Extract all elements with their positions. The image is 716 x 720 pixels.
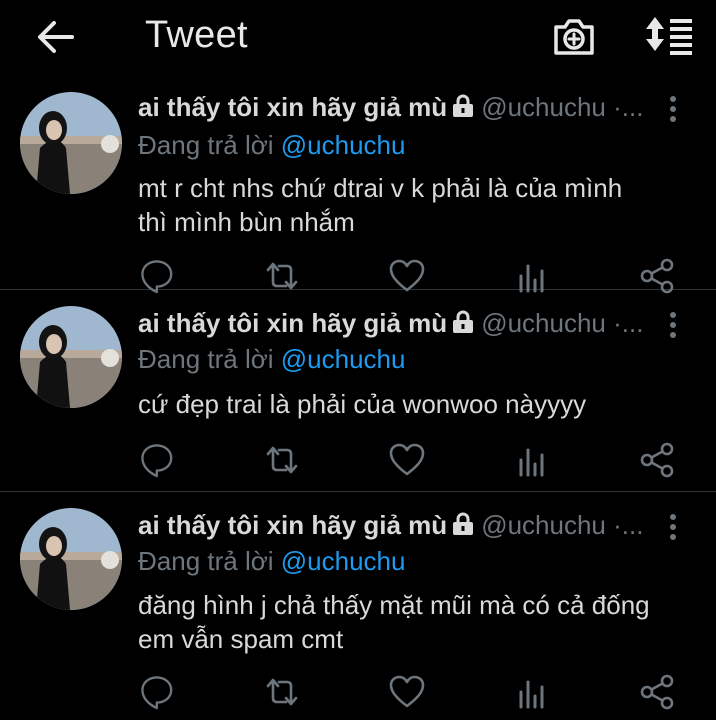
share-button[interactable] <box>637 672 677 712</box>
camera-plus-icon <box>554 19 594 55</box>
tweet-header: ai thấy tôi xin hãy giả mù @uchuchu ·... <box>138 308 702 348</box>
retweet-button[interactable] <box>262 672 302 712</box>
more-options-icon[interactable] <box>668 310 678 340</box>
more-options-icon[interactable] <box>668 94 678 124</box>
mention-link[interactable]: @uchuchu <box>281 130 406 160</box>
avatar[interactable] <box>20 508 122 610</box>
replying-label: Đang trả lời <box>138 546 281 576</box>
lock-icon <box>453 512 474 535</box>
action-bar <box>137 672 677 712</box>
replying-to: Đang trả lời @uchuchu <box>138 344 405 375</box>
tweet-header: ai thấy tôi xin hãy giả mù @uchuchu ·... <box>138 510 702 550</box>
tweet-text-line: thì mình bùn nhắm <box>138 207 355 237</box>
tweet-text-line: mt r cht nhs chứ dtrai v k phải là của m… <box>138 173 623 203</box>
lock-icon <box>453 310 474 333</box>
reply-button[interactable] <box>137 672 177 712</box>
more-options-icon[interactable] <box>668 512 678 542</box>
replying-to: Đang trả lời @uchuchu <box>138 546 405 577</box>
tweet-text-line: em vẫn spam cmt <box>138 624 344 654</box>
display-name[interactable]: ai thấy tôi xin hãy giả mù <box>138 308 447 338</box>
reply-button[interactable] <box>137 440 177 480</box>
stats-button[interactable] <box>512 672 552 712</box>
page-title: Tweet <box>145 14 248 56</box>
like-button[interactable] <box>387 672 427 712</box>
tweet-text-line: đăng hình j chả thấy mặt mũi mà có cả đố… <box>138 590 650 620</box>
sort-list-icon <box>646 17 692 55</box>
arrow-left-icon <box>38 21 74 53</box>
replying-label: Đang trả lời <box>138 344 281 374</box>
top-app-bar: Tweet <box>0 0 716 76</box>
avatar[interactable] <box>20 306 122 408</box>
like-button[interactable] <box>387 440 427 480</box>
avatar-photo <box>20 306 122 408</box>
mention-link[interactable]: @uchuchu <box>281 546 406 576</box>
mention-link[interactable]: @uchuchu <box>281 344 406 374</box>
camera-button[interactable] <box>550 13 598 59</box>
user-handle[interactable]: @uchuchu ·... <box>481 510 643 540</box>
tweet-header: ai thấy tôi xin hãy giả mù @uchuchu ·... <box>138 92 702 132</box>
share-button[interactable] <box>637 440 677 480</box>
display-name[interactable]: ai thấy tôi xin hãy giả mù <box>138 92 447 122</box>
user-handle[interactable]: @uchuchu ·... <box>481 92 643 122</box>
replying-to: Đang trả lời @uchuchu <box>138 130 405 161</box>
lock-icon <box>453 94 474 117</box>
heart-icon <box>389 675 425 708</box>
share-icon <box>640 674 674 710</box>
stats-icon <box>519 680 544 709</box>
tweet-text-line: cứ đẹp trai là phải của wonwoo nàyyyy <box>138 389 587 419</box>
tweet-text: cứ đẹp trai là phải của wonwoo nàyyyy <box>138 387 698 421</box>
retweet-icon <box>266 446 298 474</box>
heart-icon <box>389 443 425 476</box>
share-icon <box>640 442 674 478</box>
user-handle[interactable]: @uchuchu ·... <box>481 308 643 338</box>
tweet-text: mt r cht nhs chứ dtrai v k phải là của m… <box>138 171 698 239</box>
reply-icon <box>141 676 173 710</box>
tweet-card[interactable]: ai thấy tôi xin hãy giả mù @uchuchu ·... … <box>0 492 716 720</box>
retweet-icon <box>266 678 298 706</box>
stats-button[interactable] <box>512 440 552 480</box>
avatar-photo <box>20 92 122 194</box>
tweet-card[interactable]: ai thấy tôi xin hãy giả mù @uchuchu ·... … <box>0 290 716 492</box>
tweet-text: đăng hình j chả thấy mặt mũi mà có cả đố… <box>138 588 698 656</box>
reply-icon <box>141 444 173 478</box>
sort-button[interactable] <box>642 13 698 59</box>
stats-icon <box>519 448 544 477</box>
back-button[interactable] <box>34 17 78 57</box>
avatar-photo <box>20 508 122 610</box>
action-bar <box>137 440 677 480</box>
tweet-card[interactable]: ai thấy tôi xin hãy giả mù @uchuchu ·... … <box>0 76 716 294</box>
display-name[interactable]: ai thấy tôi xin hãy giả mù <box>138 510 447 540</box>
retweet-button[interactable] <box>262 440 302 480</box>
replying-label: Đang trả lời <box>138 130 281 160</box>
avatar[interactable] <box>20 92 122 194</box>
reply-feed[interactable]: ai thấy tôi xin hãy giả mù @uchuchu ·... … <box>0 76 716 720</box>
